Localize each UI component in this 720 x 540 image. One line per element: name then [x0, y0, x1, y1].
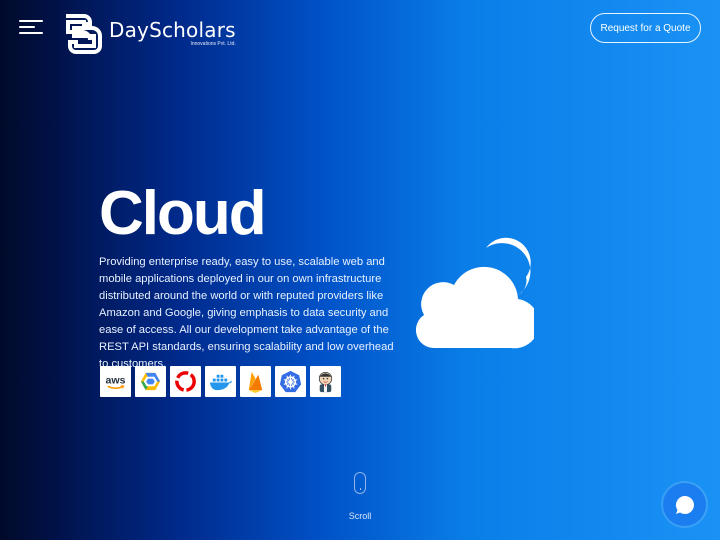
firebase-logo: [240, 366, 271, 397]
mouse-scroll-icon: [354, 472, 366, 494]
aws-logo-label: aws: [106, 374, 126, 386]
scroll-indicator[interactable]: Scroll: [345, 472, 375, 521]
hero-description: Providing enterprise ready, easy to use,…: [99, 256, 394, 370]
google-cloud-logo: [135, 366, 166, 397]
openshift-logo: [170, 366, 201, 397]
kubernetes-logo: [275, 366, 306, 397]
logo[interactable]: DayScholars Innovations Pvt. Ltd.: [60, 12, 236, 56]
cloud-icon: [415, 237, 534, 349]
dayscholars-logo-icon: [66, 14, 102, 54]
chat-bubble-icon: [675, 495, 694, 514]
chat-button[interactable]: [663, 483, 706, 526]
scroll-label: Scroll: [348, 511, 372, 521]
logo-name: DayScholars: [109, 17, 236, 42]
site-header: DayScholars Innovations Pvt. Ltd. Reques…: [0, 0, 720, 60]
aws-logo: aws: [100, 366, 131, 397]
jenkins-logo: [310, 366, 341, 397]
request-quote-button[interactable]: Request for a Quote: [590, 13, 701, 43]
hero-title: Cloud: [99, 179, 267, 248]
tech-logo-row: aws: [100, 366, 341, 397]
logo-subtitle: Innovations Pvt. Ltd.: [190, 40, 236, 47]
docker-logo: [205, 366, 236, 397]
hamburger-menu-icon[interactable]: [19, 20, 45, 36]
